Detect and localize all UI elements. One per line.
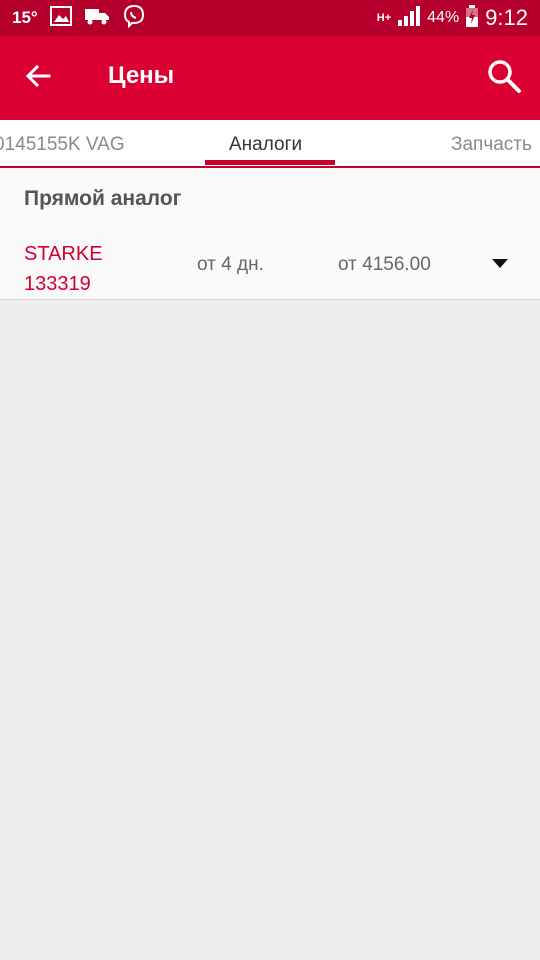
- image-icon: [49, 5, 72, 31]
- analog-part-code: 133319: [24, 273, 91, 295]
- analog-brand-name: STARKE: [24, 243, 103, 265]
- search-button[interactable]: [482, 56, 526, 100]
- expand-button[interactable]: [488, 257, 512, 273]
- arrow-left-icon: [25, 64, 51, 93]
- tab-analogs[interactable]: Аналоги: [229, 134, 302, 156]
- search-icon: [486, 58, 522, 99]
- status-bar: 15° H+ 44% 9:12: [0, 0, 540, 36]
- caret-down-icon: [492, 256, 508, 274]
- tab-bar: 0145155K VAG Аналоги Запчасть: [0, 120, 540, 168]
- signal-icon: [397, 5, 421, 32]
- temperature-text: 15°: [12, 8, 38, 27]
- network-type: H+: [376, 12, 392, 24]
- back-button[interactable]: [18, 58, 58, 98]
- tab-original-part[interactable]: 0145155K VAG: [0, 134, 125, 156]
- delivery-time: от 4 дн.: [197, 254, 264, 275]
- analog-brand-link[interactable]: STARKE 133319: [24, 239, 103, 299]
- page-title: Цены: [108, 62, 175, 89]
- app-bar: Цены: [0, 36, 540, 120]
- battery-icon: [465, 4, 479, 33]
- tab-selected-indicator: [205, 160, 335, 165]
- clock-time: 9:12: [485, 5, 528, 30]
- tab-part[interactable]: Запчасть: [451, 134, 532, 156]
- viber-icon: [122, 4, 146, 33]
- truck-icon: [84, 7, 110, 30]
- battery-percent: 44%: [427, 9, 460, 26]
- direct-analog-section: Прямой аналог STARKE 133319 от 4 дн. от …: [0, 168, 540, 300]
- price-from: от 4156.00: [338, 254, 431, 275]
- section-heading: Прямой аналог: [24, 187, 182, 210]
